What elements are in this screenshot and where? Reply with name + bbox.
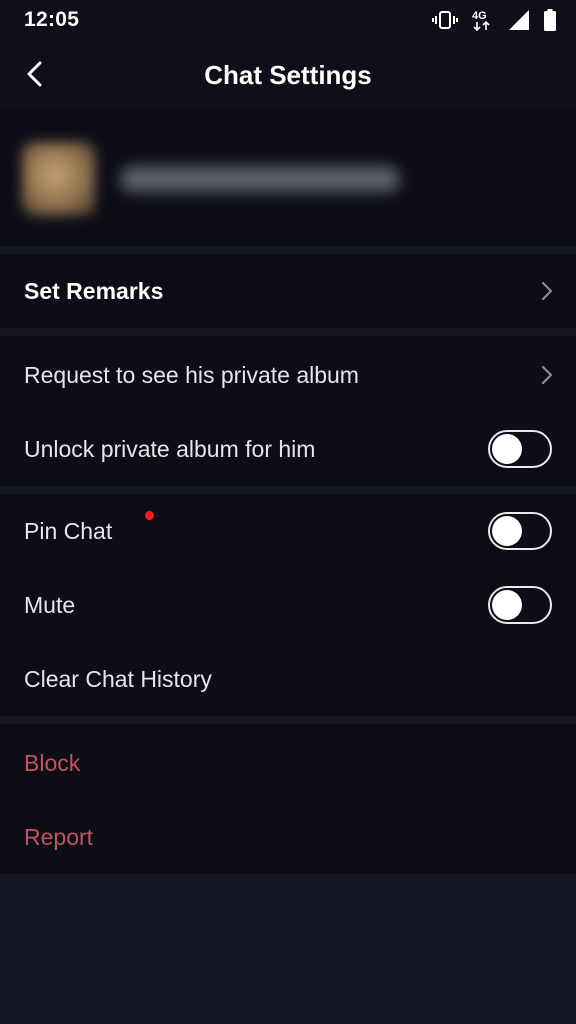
mute-label: Mute xyxy=(24,592,76,618)
request-album-label: Request to see his private album xyxy=(24,362,359,388)
toggle-knob xyxy=(492,434,522,464)
divider xyxy=(0,716,576,724)
pin-chat-row: Pin Chat xyxy=(0,494,576,568)
toggle-knob xyxy=(492,516,522,546)
clear-history-label: Clear Chat History xyxy=(24,666,212,692)
chevron-right-icon xyxy=(541,365,553,385)
chat-options-section: Pin Chat Mute Clear Chat History xyxy=(0,494,576,716)
divider xyxy=(0,246,576,254)
pin-chat-toggle[interactable] xyxy=(488,512,552,550)
status-icons: 4G xyxy=(432,6,556,34)
block-row[interactable]: Block xyxy=(0,726,576,800)
status-bar: 12:05 4G xyxy=(0,0,576,40)
unlock-album-toggle[interactable] xyxy=(488,430,552,468)
mute-toggle[interactable] xyxy=(488,586,552,624)
chevron-right-icon xyxy=(541,281,553,301)
remarks-section: Set Remarks xyxy=(0,254,576,328)
pin-chat-label: Pin Chat xyxy=(24,518,113,544)
avatar[interactable] xyxy=(22,142,96,216)
report-label: Report xyxy=(24,824,94,850)
battery-icon xyxy=(544,9,556,31)
toggle-knob xyxy=(492,590,522,620)
signal-icon xyxy=(509,10,529,30)
profile-card[interactable] xyxy=(0,108,576,246)
network-label: 4G xyxy=(472,10,487,22)
profile-name-blurred xyxy=(120,166,400,192)
status-time: 12:05 xyxy=(24,8,80,31)
clear-history-row[interactable]: Clear Chat History xyxy=(0,642,576,716)
vibrate-icon xyxy=(432,11,458,29)
header: Chat Settings xyxy=(0,40,576,108)
mute-row: Mute xyxy=(0,568,576,642)
danger-section: Block Report xyxy=(0,724,576,874)
set-remarks-label: Set Remarks xyxy=(24,278,164,304)
divider xyxy=(0,328,576,336)
unlock-album-row: Unlock private album for him xyxy=(0,412,576,486)
unlock-album-label: Unlock private album for him xyxy=(24,436,316,462)
set-remarks-row[interactable]: Set Remarks xyxy=(0,254,576,328)
report-row[interactable]: Report xyxy=(0,800,576,874)
request-album-row[interactable]: Request to see his private album xyxy=(0,338,576,412)
page-title: Chat Settings xyxy=(204,60,372,90)
divider xyxy=(0,486,576,494)
notification-dot xyxy=(145,511,154,520)
network-4g-icon: 4G xyxy=(472,10,490,32)
album-section: Request to see his private album Unlock … xyxy=(0,336,576,486)
block-label: Block xyxy=(24,750,81,776)
